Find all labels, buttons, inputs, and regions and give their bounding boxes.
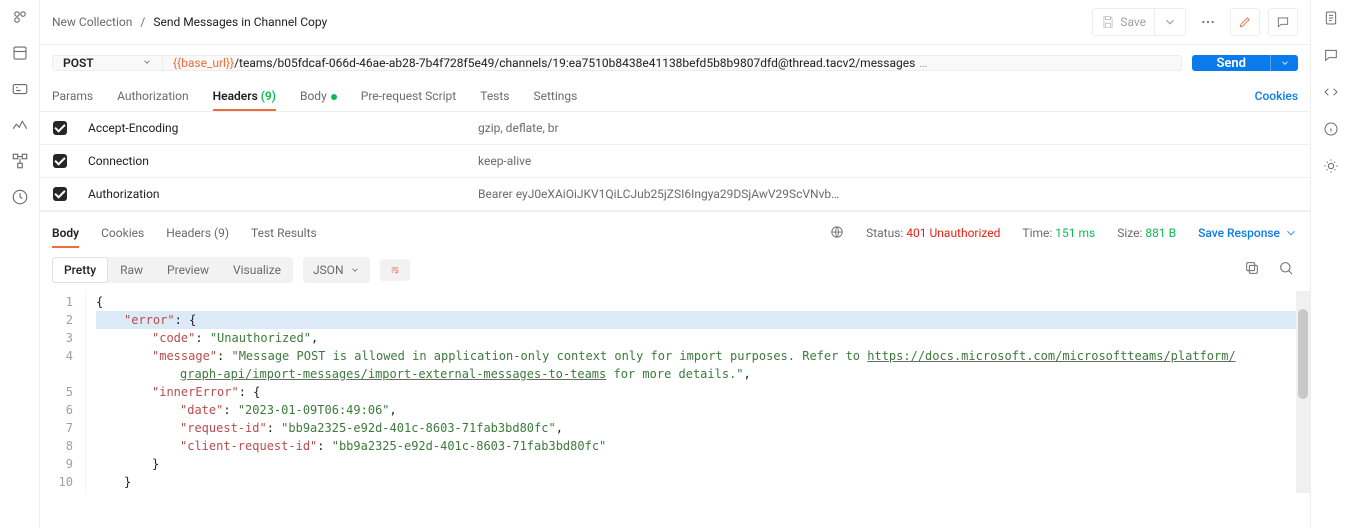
related-icon[interactable] <box>1323 158 1339 177</box>
tab-settings[interactable]: Settings <box>534 81 578 111</box>
info-panel-icon[interactable] <box>1323 121 1339 140</box>
method-dropdown[interactable]: POST <box>53 56 163 70</box>
pretty-toolbar: Pretty Raw Preview Visualize JSON <box>40 248 1310 291</box>
copy-icon[interactable] <box>1240 256 1264 283</box>
more-options-icon[interactable] <box>1194 8 1222 36</box>
send-dropdown[interactable] <box>1270 55 1298 71</box>
size-meta: Size: 881 B <box>1117 226 1176 240</box>
method-label: POST <box>63 56 94 70</box>
collections-icon[interactable] <box>11 8 29 26</box>
url-fade: … <box>919 56 927 70</box>
save-dropdown[interactable] <box>1155 9 1185 35</box>
network-icon[interactable] <box>830 225 844 242</box>
url-input[interactable]: {{base_url}}/teams/b05fdcaf-066d-46ae-ab… <box>163 56 1181 70</box>
header-checkbox[interactable] <box>53 154 67 168</box>
restab-body[interactable]: Body <box>52 218 79 248</box>
header-key-cell[interactable]: Authorization <box>80 187 470 201</box>
cookies-link[interactable]: Cookies <box>1255 81 1298 111</box>
header-checkbox[interactable] <box>53 187 67 201</box>
header-value-cell[interactable]: gzip, deflate, br <box>470 121 870 135</box>
monitors-icon[interactable] <box>11 116 29 134</box>
tab-authorization[interactable]: Authorization <box>117 81 189 111</box>
flows-icon[interactable] <box>11 152 29 170</box>
table-row: Connection keep-alive <box>40 145 1310 178</box>
header-key-cell[interactable]: Connection <box>80 154 470 168</box>
scrollbar[interactable] <box>1296 291 1310 493</box>
send-button[interactable]: Send <box>1192 55 1270 71</box>
view-segment: Pretty Raw Preview Visualize <box>52 257 293 283</box>
seg-preview[interactable]: Preview <box>155 257 221 283</box>
code-panel-icon[interactable] <box>1323 84 1339 103</box>
seg-raw[interactable]: Raw <box>108 257 155 283</box>
search-icon[interactable] <box>1274 256 1298 283</box>
tab-tests[interactable]: Tests <box>480 81 509 111</box>
table-row: Authorization Bearer eyJ0eXAiOiJKV1QiLCJ… <box>40 178 1310 211</box>
send-button-group: Send <box>1192 55 1298 71</box>
restab-headers[interactable]: Headers (9) <box>166 218 229 248</box>
response-tabs: Body Cookies Headers (9) Test Results St… <box>40 211 1310 248</box>
restab-cookies[interactable]: Cookies <box>101 218 144 248</box>
breadcrumb-request[interactable]: Send Messages in Channel Copy <box>153 15 327 29</box>
comments-panel-icon[interactable] <box>1323 47 1339 66</box>
documentation-icon[interactable] <box>1323 10 1339 29</box>
breadcrumb-collection[interactable]: New Collection <box>52 15 132 29</box>
save-label: Save <box>1120 15 1146 29</box>
code-source[interactable]: { "error": { "code": "Unauthorized", "me… <box>86 291 1310 493</box>
environments-icon[interactable] <box>11 80 29 98</box>
request-tabs: Params Authorization Headers (9) Body Pr… <box>40 81 1310 112</box>
url-rest: /teams/b05fdcaf-066d-46ae-ab28-7b4f728f5… <box>234 56 915 70</box>
header-checkbox[interactable] <box>53 121 67 135</box>
header-key-cell[interactable]: Accept-Encoding <box>80 121 470 135</box>
comments-icon[interactable] <box>1268 8 1298 36</box>
status-meta: Status: 401 Unauthorized <box>866 226 1000 240</box>
format-dropdown[interactable]: JSON <box>303 257 370 283</box>
url-combo: POST {{base_url}}/teams/b05fdcaf-066d-46… <box>52 55 1182 71</box>
left-rail <box>0 0 40 528</box>
table-row: Accept-Encoding gzip, deflate, br <box>40 112 1310 145</box>
tab-prerequest[interactable]: Pre-request Script <box>361 81 456 111</box>
title-bar: New Collection / Send Messages in Channe… <box>40 0 1310 45</box>
right-rail <box>1310 0 1350 528</box>
request-bar: POST {{base_url}}/teams/b05fdcaf-066d-46… <box>40 45 1310 81</box>
save-button[interactable]: Save <box>1093 9 1154 35</box>
edit-icon[interactable] <box>1230 8 1260 36</box>
time-meta: Time: 151 ms <box>1022 226 1095 240</box>
seg-pretty[interactable]: Pretty <box>52 257 108 283</box>
header-value-cell[interactable]: Bearer eyJ0eXAiOiJKV1QiLCJub25jZSI6Ingya… <box>470 187 870 201</box>
main-panel: New Collection / Send Messages in Channe… <box>40 0 1310 528</box>
restab-tests[interactable]: Test Results <box>251 218 317 248</box>
line-gutter: 1 2 3 4 5 6 7 8 9 10 <box>40 291 86 493</box>
apis-icon[interactable] <box>11 44 29 62</box>
save-button-group: Save <box>1092 8 1186 36</box>
wrap-lines-icon[interactable] <box>380 259 410 281</box>
response-body-editor[interactable]: 1 2 3 4 5 6 7 8 9 10 { "error": { "code"… <box>40 291 1310 497</box>
tab-body[interactable]: Body <box>300 81 337 111</box>
tab-params[interactable]: Params <box>52 81 93 111</box>
history-icon[interactable] <box>11 188 29 206</box>
body-changed-dot-icon <box>331 94 337 100</box>
save-response-button[interactable]: Save Response <box>1198 226 1298 240</box>
headers-table: Accept-Encoding gzip, deflate, br Connec… <box>40 112 1310 211</box>
url-var: {{base_url}} <box>173 56 234 70</box>
seg-visualize[interactable]: Visualize <box>221 257 293 283</box>
tab-headers[interactable]: Headers (9) <box>213 81 276 111</box>
header-value-cell[interactable]: keep-alive <box>470 154 870 168</box>
breadcrumb-sep: / <box>140 15 145 29</box>
